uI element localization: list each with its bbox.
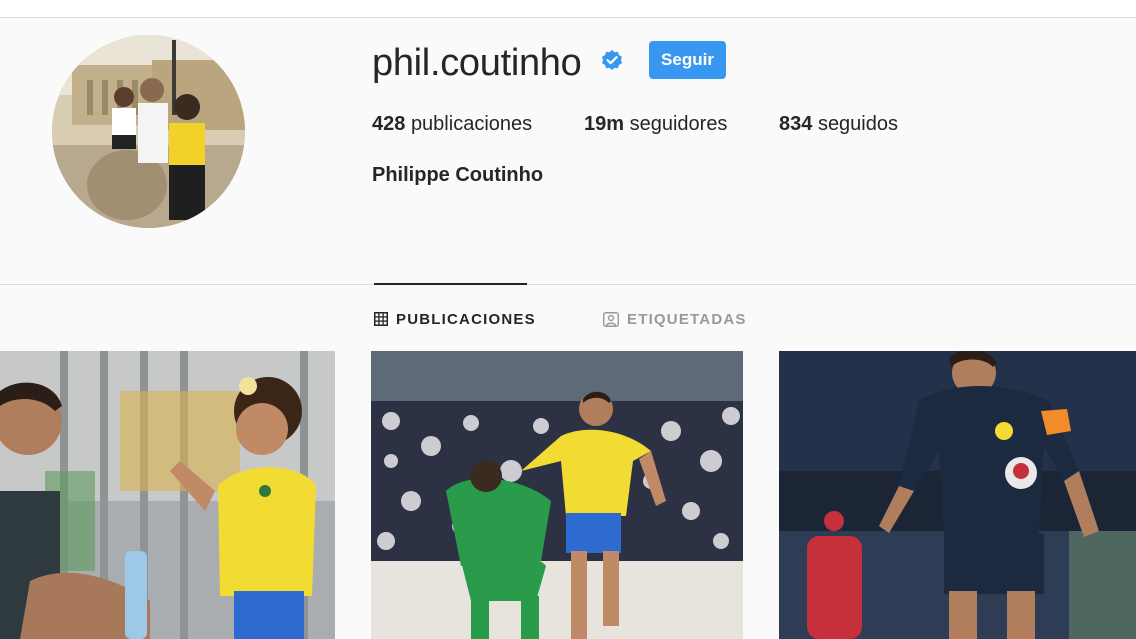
post-photo — [779, 351, 1136, 639]
tab-tagged[interactable]: ETIQUETADAS — [603, 308, 747, 330]
tagged-icon — [603, 311, 619, 327]
grid-icon — [374, 312, 388, 326]
follow-button[interactable]: Seguir — [649, 41, 726, 79]
following-stat[interactable]: 834 seguidos — [779, 112, 898, 136]
verified-badge-icon — [602, 50, 622, 70]
tabs-divider — [0, 284, 1136, 285]
profile-photo — [52, 35, 245, 228]
post-thumbnail[interactable] — [779, 351, 1136, 639]
top-bar — [0, 0, 1136, 18]
profile-username: phil.coutinho — [372, 42, 582, 84]
followers-label: seguidores — [629, 113, 728, 135]
active-tab-indicator — [374, 283, 527, 285]
tab-posts-label: PUBLICACIONES — [396, 310, 536, 328]
following-count: 834 — [779, 113, 813, 135]
posts-count-stat: 428 publicaciones — [372, 112, 532, 136]
post-thumbnail[interactable] — [371, 351, 743, 639]
posts-count: 428 — [372, 113, 406, 135]
followers-stat[interactable]: 19m seguidores — [584, 112, 727, 136]
tab-tagged-label: ETIQUETADAS — [627, 310, 747, 328]
post-photo — [0, 351, 335, 639]
profile-avatar[interactable] — [52, 35, 245, 228]
profile-full-name: Philippe Coutinho — [372, 164, 544, 186]
post-thumbnail[interactable] — [0, 351, 335, 639]
tab-posts[interactable]: PUBLICACIONES — [374, 308, 536, 330]
following-label: seguidos — [817, 113, 898, 135]
post-photo — [371, 351, 743, 639]
followers-count: 19m — [584, 113, 625, 135]
posts-label: publicaciones — [410, 113, 533, 135]
